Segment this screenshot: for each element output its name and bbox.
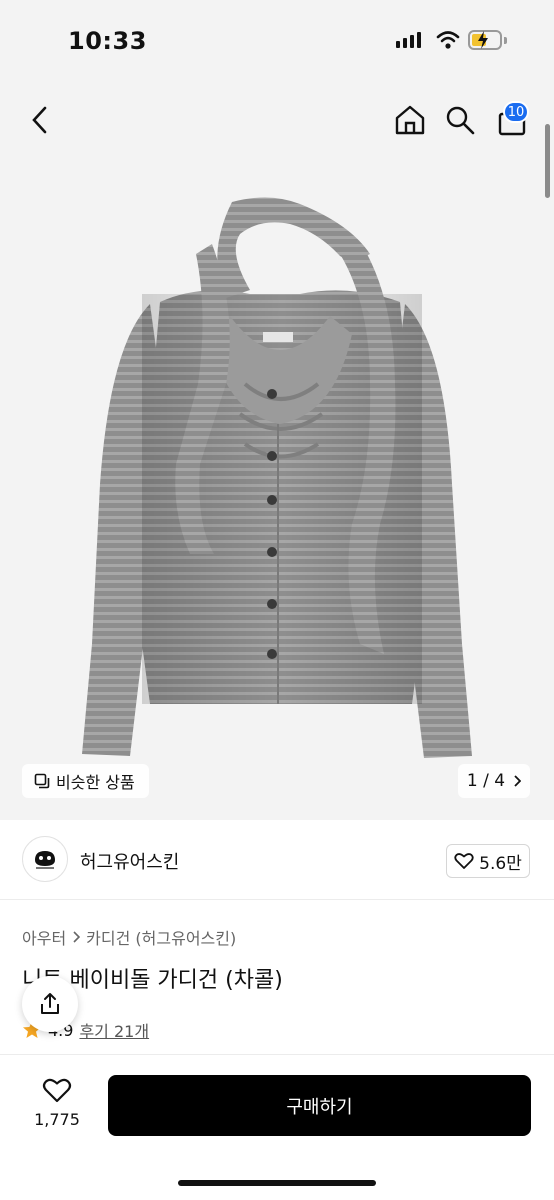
share-button[interactable] bbox=[22, 976, 78, 1032]
home-button[interactable] bbox=[390, 100, 430, 140]
heart-icon bbox=[42, 1078, 72, 1103]
chevron-right-icon bbox=[514, 775, 522, 787]
heart-icon bbox=[454, 853, 474, 869]
brand-logo-icon bbox=[35, 851, 55, 869]
chevron-right-icon bbox=[73, 931, 81, 943]
breadcrumb: 아우터 카디건 (허그유어스킨) bbox=[22, 925, 236, 949]
search-icon bbox=[446, 106, 475, 135]
signal-icon bbox=[396, 32, 421, 48]
brand-like-count: 5.6만 bbox=[479, 853, 522, 874]
page-indicator-text: 1 / 4 bbox=[466, 771, 506, 791]
review-link[interactable]: 후기 21개 bbox=[79, 1018, 149, 1042]
breadcrumb-category[interactable]: 카디건 (허그유어스킨) bbox=[86, 925, 236, 949]
battery-icon bbox=[468, 30, 502, 50]
product-image-carousel[interactable]: 비슷한 상품 1 / 4 bbox=[0, 84, 554, 820]
bottom-action-bar: 1,775 구매하기 bbox=[0, 1054, 554, 1200]
wishlist-button[interactable]: 1,775 bbox=[26, 1077, 88, 1139]
top-navigation bbox=[0, 84, 554, 156]
brand-like-button[interactable]: 5.6만 bbox=[446, 844, 530, 878]
search-button[interactable] bbox=[440, 100, 480, 140]
status-time: 10:33 bbox=[68, 27, 147, 55]
wishlist-count: 1,775 bbox=[34, 1110, 80, 1129]
brand-row: 허그유어스킨 5.6만 bbox=[0, 820, 554, 900]
wifi-icon bbox=[436, 30, 460, 54]
share-icon bbox=[41, 993, 59, 1014]
copy-icon bbox=[34, 773, 50, 789]
brand-logo[interactable] bbox=[22, 836, 68, 882]
battery-cap bbox=[504, 37, 507, 44]
back-icon bbox=[32, 106, 47, 134]
brand-name[interactable]: 허그유어스킨 bbox=[80, 848, 179, 874]
breadcrumb-parent[interactable]: 아우터 bbox=[22, 925, 66, 949]
similar-products-label: 비슷한 상품 bbox=[56, 773, 135, 792]
image-page-indicator[interactable]: 1 / 4 bbox=[458, 764, 530, 798]
status-bar: 10:33 bbox=[0, 0, 554, 84]
product-photo bbox=[82, 197, 472, 758]
back-button[interactable] bbox=[22, 102, 58, 138]
buy-button[interactable]: 구매하기 bbox=[108, 1075, 531, 1136]
cart-count-badge: 10 bbox=[503, 101, 529, 123]
similar-products-button[interactable]: 비슷한 상품 bbox=[22, 764, 149, 798]
home-indicator bbox=[178, 1180, 376, 1186]
home-icon bbox=[395, 105, 425, 135]
scrollbar[interactable] bbox=[545, 124, 550, 198]
